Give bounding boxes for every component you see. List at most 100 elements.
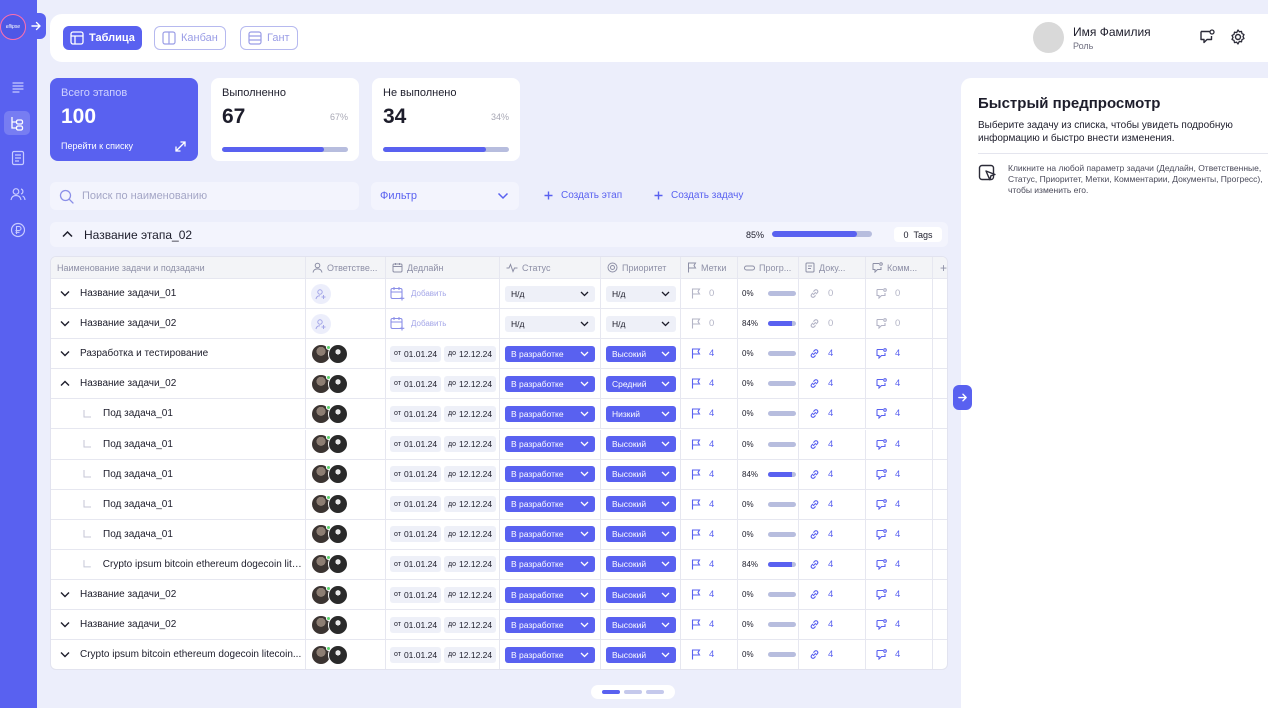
responsible-cell[interactable] xyxy=(306,459,386,489)
progress-cell[interactable]: 0% xyxy=(738,610,799,640)
subtask-row[interactable]: Crypto ipsum bitcoin ethereum dogecoin l… xyxy=(51,549,947,580)
deadline-cell[interactable]: от 01.01.24 до 12.12.24 xyxy=(386,580,500,610)
date-from-chip[interactable]: от 01.01.24 xyxy=(390,436,442,453)
priority-select[interactable]: Н/д xyxy=(606,285,676,302)
add-assignee-button[interactable] xyxy=(311,313,331,334)
deadline-cell[interactable]: от 01.01.24 до 12.12.24 xyxy=(386,549,500,579)
date-to-chip[interactable]: до 12.12.24 xyxy=(444,375,497,392)
view-tab-gantt[interactable]: Гант xyxy=(240,26,298,50)
task-name-cell[interactable]: Под задача_01 xyxy=(51,519,306,549)
tags-cell[interactable]: 4 xyxy=(681,429,738,459)
responsible-cell[interactable] xyxy=(306,339,386,369)
deadline-cell[interactable]: от 01.01.24 до 12.12.24 xyxy=(386,369,500,399)
date-to-chip[interactable]: до 12.12.24 xyxy=(444,616,497,633)
column-header-priority[interactable]: Приоритет xyxy=(601,257,681,278)
status-select[interactable]: В разработке xyxy=(505,616,595,633)
responsible-cell[interactable] xyxy=(306,580,386,610)
tags-cell[interactable]: 0 xyxy=(681,279,738,309)
date-from-chip[interactable]: от 01.01.24 xyxy=(390,586,442,603)
date-to-chip[interactable]: до 12.12.24 xyxy=(444,436,497,453)
deadline-cell[interactable]: от 01.01.24 до 12.12.24 xyxy=(386,519,500,549)
add-deadline-button[interactable]: Добавить xyxy=(386,309,500,339)
progress-cell[interactable]: 0% xyxy=(738,399,799,429)
task-name-cell[interactable]: Crypto ipsum bitcoin ethereum dogecoin l… xyxy=(51,640,306,669)
subtask-row[interactable]: Под задача_01 от 01.01.24 до 12.12.24 В разра… xyxy=(51,399,947,430)
documents-cell[interactable]: 4 xyxy=(799,580,866,610)
progress-cell[interactable]: 84% xyxy=(738,549,799,579)
progress-cell[interactable]: 0% xyxy=(738,489,799,519)
priority-select[interactable]: Высокий xyxy=(606,345,676,362)
settings-button[interactable] xyxy=(1229,28,1249,48)
responsible-cell[interactable] xyxy=(306,429,386,459)
tags-cell[interactable]: 0 xyxy=(681,309,738,339)
assignee-avatars[interactable] xyxy=(311,433,351,455)
comments-cell[interactable]: 4 xyxy=(866,399,933,429)
chevron-down-icon[interactable] xyxy=(60,591,70,598)
subtask-row[interactable]: Под задача_01 от 01.01.24 до 12.12.24 В разра… xyxy=(51,519,947,550)
comments-cell[interactable]: 4 xyxy=(866,369,933,399)
deadline-cell[interactable]: от 01.01.24 до 12.12.24 xyxy=(386,610,500,640)
page-indicator-1[interactable] xyxy=(602,690,620,694)
progress-cell[interactable]: 0% xyxy=(738,429,799,459)
go-to-list-link[interactable]: Перейти к списку xyxy=(61,141,133,151)
priority-select[interactable]: Высокий xyxy=(606,556,676,573)
task-name-cell[interactable]: Название задачи_02 xyxy=(51,309,306,339)
view-tab-kanban[interactable]: Канбан xyxy=(154,26,226,50)
page-indicator-3[interactable] xyxy=(646,690,664,694)
status-select[interactable]: В разработке xyxy=(505,375,595,392)
responsible-cell[interactable] xyxy=(306,549,386,579)
chevron-down-icon[interactable] xyxy=(60,621,70,628)
comments-cell[interactable]: 4 xyxy=(866,549,933,579)
documents-cell[interactable]: 4 xyxy=(799,489,866,519)
column-header-tags[interactable]: Метки xyxy=(681,257,738,278)
chevron-up-icon[interactable] xyxy=(62,230,73,238)
date-from-chip[interactable]: от 01.01.24 xyxy=(390,345,442,362)
date-to-chip[interactable]: до 12.12.24 xyxy=(444,526,497,543)
app-logo[interactable]: ellipse xyxy=(0,14,26,40)
date-from-chip[interactable]: от 01.01.24 xyxy=(390,496,442,513)
comments-cell[interactable]: 4 xyxy=(866,610,933,640)
notifications-button[interactable] xyxy=(1198,28,1218,48)
assignee-avatars[interactable] xyxy=(311,493,351,515)
date-from-chip[interactable]: от 01.01.24 xyxy=(390,646,442,663)
chevron-down-icon[interactable] xyxy=(60,290,70,297)
priority-select[interactable]: Высокий xyxy=(606,496,676,513)
chevron-down-icon[interactable] xyxy=(60,320,70,327)
date-to-chip[interactable]: до 12.12.24 xyxy=(444,345,497,362)
progress-cell[interactable]: 0% xyxy=(738,369,799,399)
column-header-deadline[interactable]: Дедлайн xyxy=(386,257,500,278)
responsible-cell[interactable] xyxy=(306,519,386,549)
date-from-chip[interactable]: от 01.01.24 xyxy=(390,526,442,543)
responsible-cell[interactable] xyxy=(306,610,386,640)
documents-cell[interactable]: 0 xyxy=(799,279,866,309)
documents-cell[interactable]: 0 xyxy=(799,309,866,339)
column-header-documents[interactable]: Доку... xyxy=(799,257,866,278)
tags-cell[interactable]: 4 xyxy=(681,610,738,640)
status-select[interactable]: В разработке xyxy=(505,646,595,663)
column-header-name[interactable]: Наименование задачи и подзадачи xyxy=(51,257,306,278)
tags-cell[interactable]: 4 xyxy=(681,369,738,399)
status-select[interactable]: В разработке xyxy=(505,556,595,573)
tags-cell[interactable]: 4 xyxy=(681,399,738,429)
comments-cell[interactable]: 0 xyxy=(866,279,933,309)
deadline-cell[interactable]: от 01.01.24 до 12.12.24 xyxy=(386,339,500,369)
column-header-comments[interactable]: Комм... xyxy=(866,257,933,278)
task-name-cell[interactable]: Название задачи_02 xyxy=(51,610,306,640)
responsible-cell[interactable] xyxy=(306,279,386,309)
add-assignee-button[interactable] xyxy=(311,283,331,304)
date-to-chip[interactable]: до 12.12.24 xyxy=(444,586,497,603)
progress-cell[interactable]: 0% xyxy=(738,580,799,610)
assignee-avatars[interactable] xyxy=(311,553,351,575)
task-name-cell[interactable]: Название задачи_01 xyxy=(51,279,306,309)
status-select[interactable]: В разработке xyxy=(505,466,595,483)
comments-cell[interactable]: 4 xyxy=(866,519,933,549)
status-select[interactable]: В разработке xyxy=(505,436,595,453)
assignee-avatars[interactable] xyxy=(311,523,351,545)
date-to-chip[interactable]: до 12.12.24 xyxy=(444,496,497,513)
date-from-chip[interactable]: от 01.01.24 xyxy=(390,556,442,573)
preview-toggle-button[interactable] xyxy=(953,385,972,410)
assignee-avatars[interactable] xyxy=(311,403,351,425)
comments-cell[interactable]: 0 xyxy=(866,309,933,339)
tags-cell[interactable]: 4 xyxy=(681,580,738,610)
task-row[interactable]: Название задачи_02 от 01.01.24 до 12.12.24 В … xyxy=(51,369,947,400)
